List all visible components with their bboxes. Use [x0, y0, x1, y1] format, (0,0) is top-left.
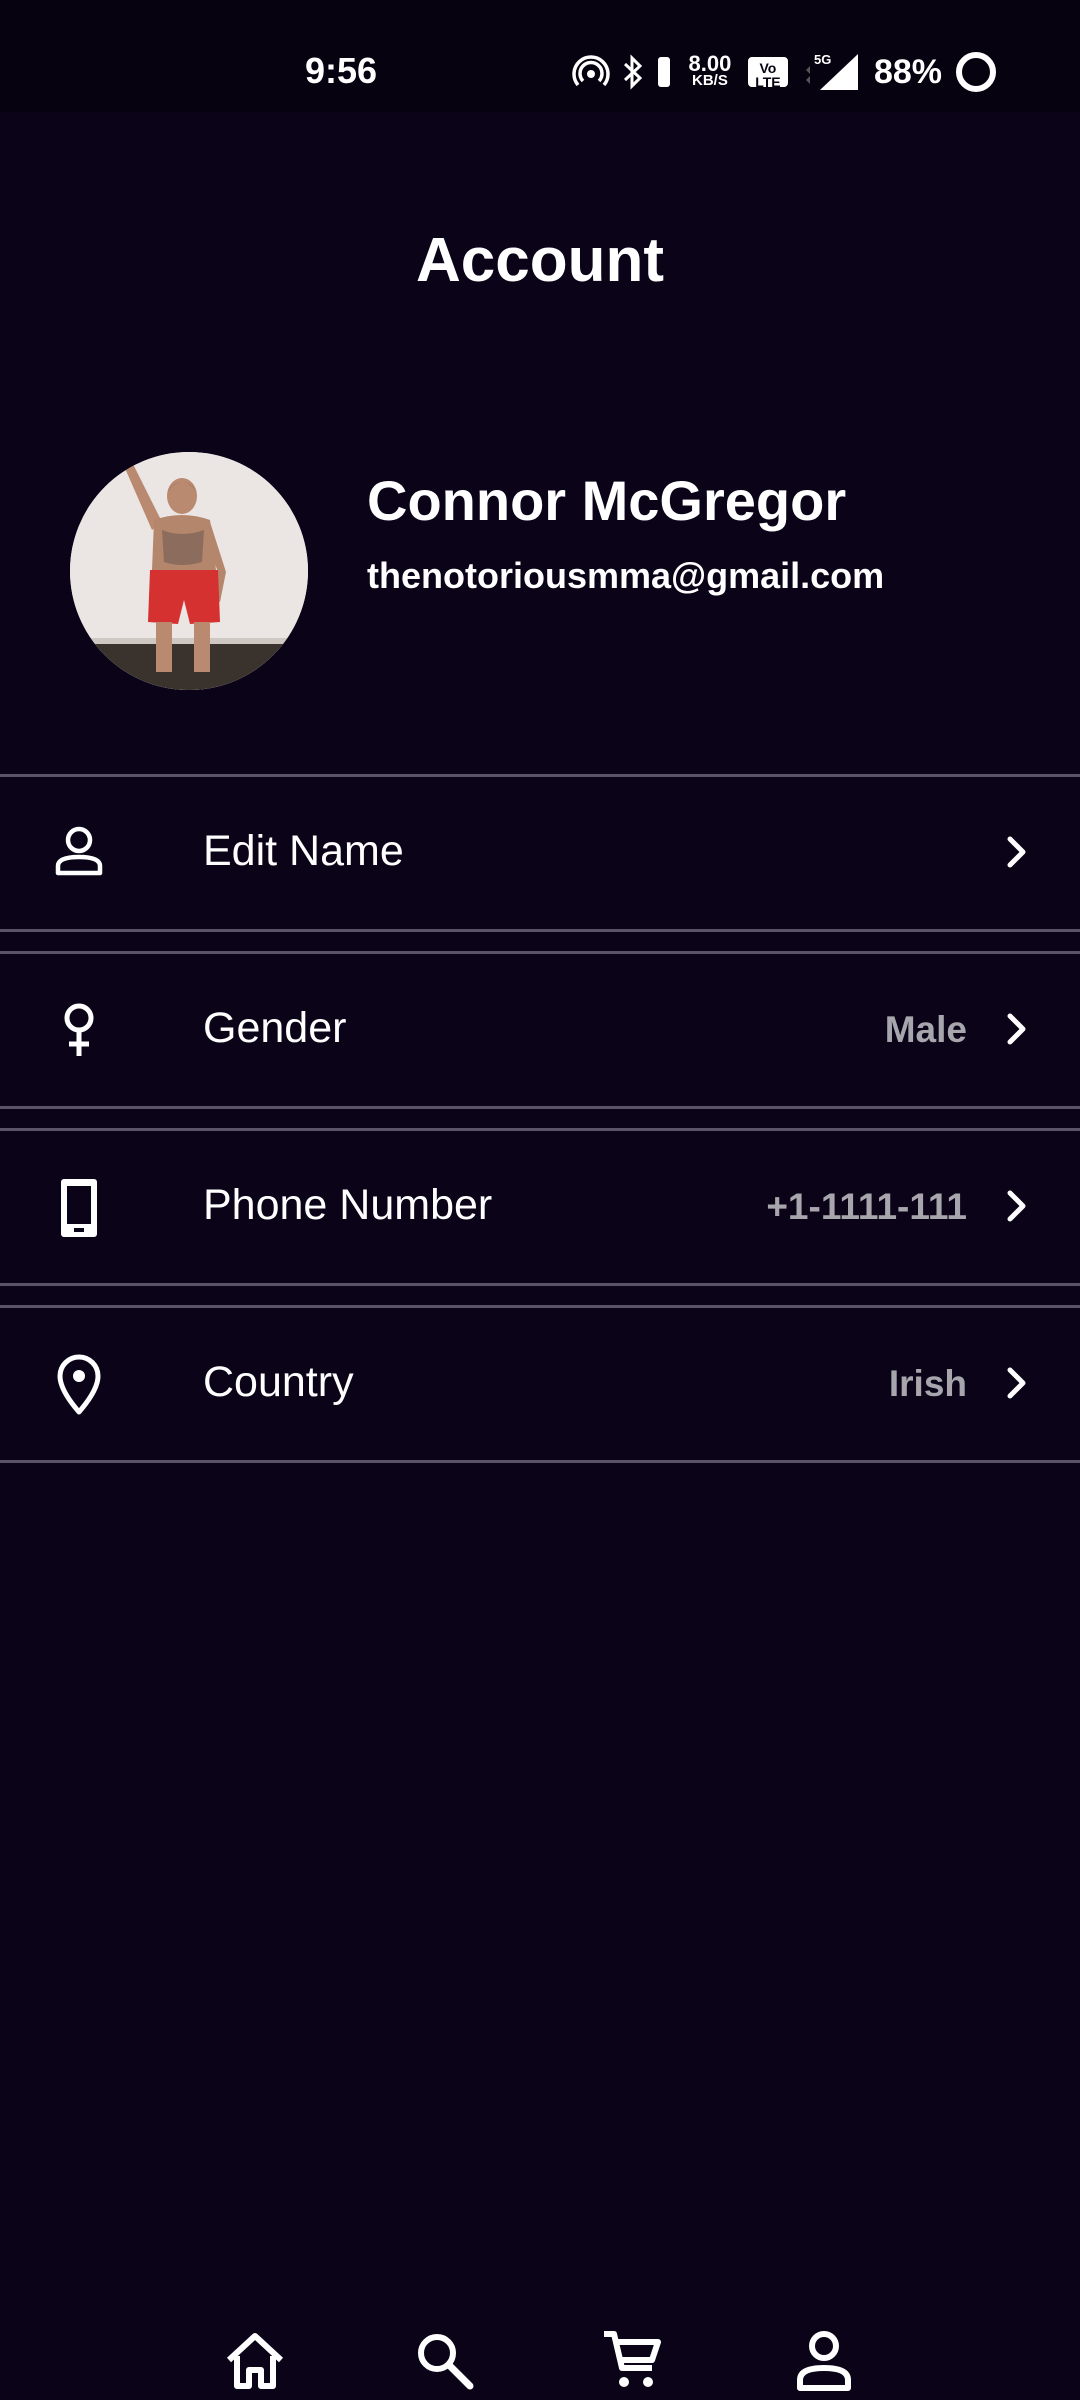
battery-ring-icon: [954, 50, 998, 94]
network-type: 5G: [814, 52, 831, 67]
settings-row-label: Gender: [203, 1004, 347, 1052]
profile-photo: [70, 452, 308, 690]
profile-name: Connor McGregor: [367, 469, 847, 532]
status-time: 9:56: [305, 50, 378, 91]
settings-row-country[interactable]: Country Irish: [0, 1305, 1080, 1463]
settings-row-edit-name[interactable]: Edit Name: [0, 774, 1080, 932]
bluetooth-icon: [622, 53, 644, 91]
settings-row-label: Edit Name: [203, 827, 404, 875]
settings-row-value: +1-1111-111: [766, 1186, 967, 1227]
signal-icon: 5G: [800, 52, 862, 92]
cart-icon[interactable]: [600, 2328, 664, 2392]
net-speed-value: 8.00: [688, 51, 732, 76]
chevron-right-icon: [992, 1181, 1042, 1231]
settings-row-phone-number[interactable]: Phone Number +1-1111-111: [0, 1128, 1080, 1286]
net-speed: 8.00 KB/S: [684, 51, 736, 90]
settings-row-value: Male: [884, 1009, 967, 1050]
settings-row-label: Phone Number: [203, 1181, 493, 1229]
search-icon[interactable]: [412, 2328, 476, 2392]
settings-row-label: Country: [203, 1358, 354, 1406]
profile-email: thenotoriousmma@gmail.com: [367, 555, 885, 596]
hotspot-icon: [572, 53, 610, 91]
person-icon: [50, 823, 108, 881]
chevron-right-icon: [992, 827, 1042, 877]
vibrate-icon: [656, 53, 672, 91]
settings-row-gender[interactable]: Gender Male: [0, 951, 1080, 1109]
profile-icon[interactable]: [792, 2328, 856, 2392]
page-title: Account: [416, 226, 664, 295]
battery-percent: 88%: [873, 52, 942, 91]
chevron-right-icon: [992, 1004, 1042, 1054]
status-icons: 8.00 KB/S Vo LTE 5G 88%: [572, 44, 998, 100]
bottom-nav: [0, 2320, 1080, 2400]
gender-icon: [50, 1000, 108, 1058]
home-icon[interactable]: [223, 2328, 287, 2392]
location-pin-icon: [50, 1354, 108, 1415]
volte-badge: Vo LTE: [747, 57, 788, 89]
status-bar: 9:56 8.00 KB/S Vo LTE 5G 88%: [0, 0, 1080, 112]
settings-row-value: Irish: [888, 1363, 967, 1404]
chevron-right-icon: [992, 1358, 1042, 1408]
avatar[interactable]: [70, 452, 308, 690]
phone-icon: [50, 1177, 108, 1237]
